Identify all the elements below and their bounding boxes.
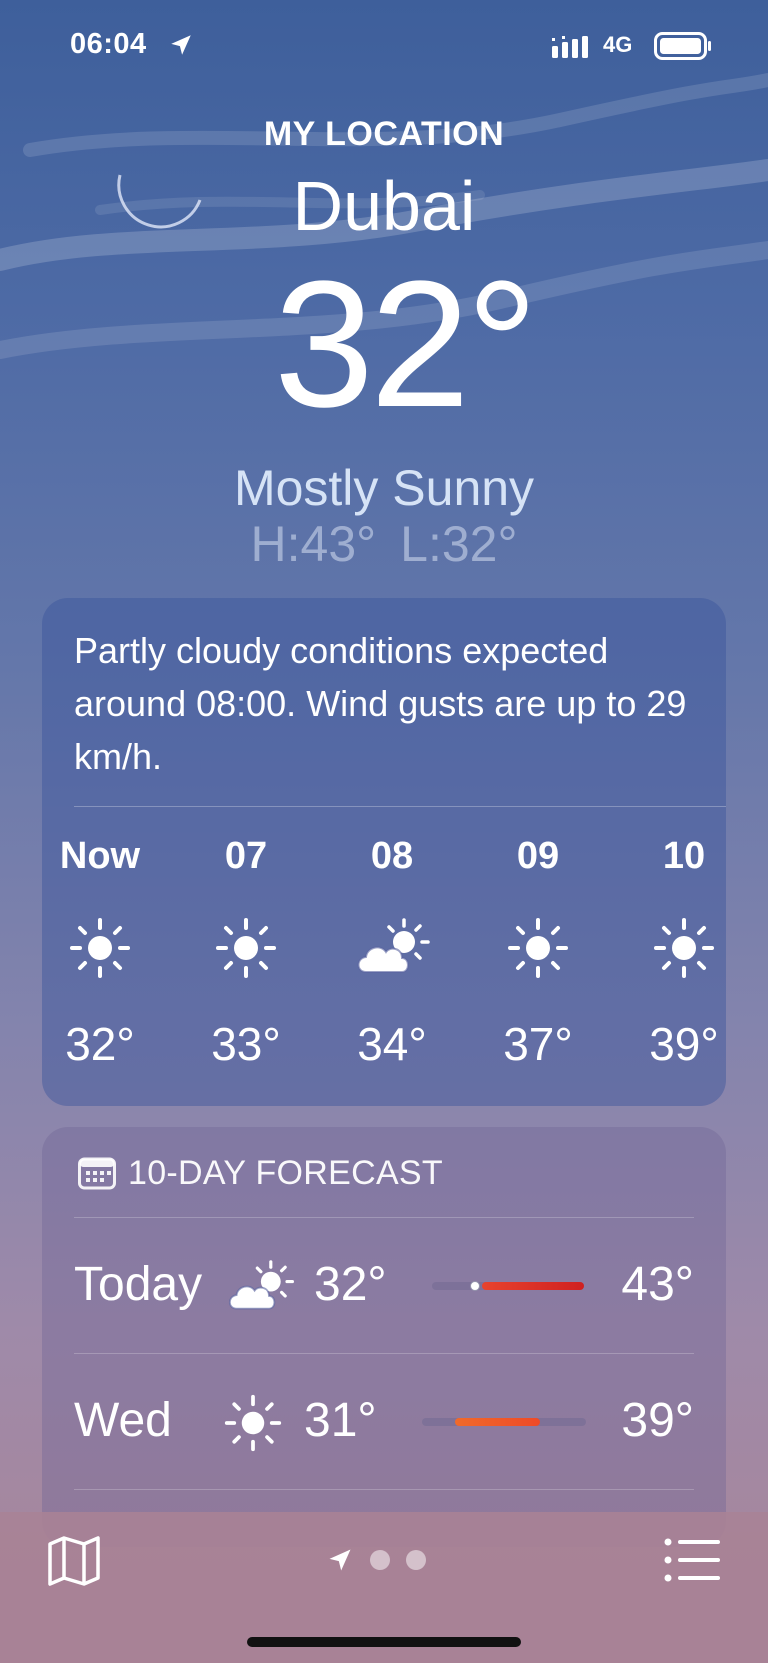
location-arrow-icon[interactable]	[326, 1546, 354, 1574]
temperature-range-fill	[482, 1282, 584, 1290]
forecast-high: 43°	[621, 1258, 694, 1311]
temperature-range-bar	[422, 1418, 586, 1426]
bottom-toolbar	[0, 1512, 768, 1663]
current-temperature: 32°	[0, 250, 768, 440]
hourly-time: 09	[516, 835, 560, 877]
forecast-title: 10-DAY FORECAST	[128, 1153, 443, 1192]
current-condition: Mostly Sunny	[233, 460, 535, 516]
calendar-icon	[78, 1157, 116, 1190]
sun-icon	[216, 918, 276, 978]
hourly-forecast-card[interactable]: Partly cloudy conditions expected around…	[42, 598, 726, 1106]
forecast-header: 10-DAY FORECAST	[78, 1153, 443, 1193]
temperature-range-bar	[432, 1281, 584, 1291]
forecast-day: Today	[74, 1258, 203, 1311]
status-time: 06:04	[70, 28, 147, 60]
hourly-item[interactable]: 09 37°	[478, 832, 598, 1072]
sun-icon	[654, 918, 714, 978]
page-indicator[interactable]	[326, 1542, 426, 1578]
battery-icon	[654, 32, 711, 60]
current-temperature-dot	[469, 1281, 480, 1291]
partly-cloudy-icon	[228, 1260, 294, 1310]
page-dot[interactable]	[406, 1550, 426, 1570]
hourly-temp: 37°	[503, 1018, 573, 1070]
sun-icon	[224, 1394, 282, 1452]
divider	[74, 806, 726, 807]
temperature-range-fill	[454, 1418, 541, 1426]
weather-header: MY LOCATION Dubai	[0, 112, 768, 248]
hourly-temp: 33°	[211, 1018, 281, 1070]
location-label: MY LOCATION	[263, 115, 505, 153]
ten-day-forecast-card[interactable]: 10-DAY FORECAST Today 32° 43° Wed 31° 39…	[42, 1127, 726, 1547]
hourly-item[interactable]: 08 34°	[332, 832, 452, 1072]
forecast-row-wed[interactable]: Wed 31° 39°	[74, 1381, 694, 1461]
divider	[74, 1353, 694, 1354]
map-icon[interactable]	[46, 1532, 102, 1588]
signal-icon	[552, 36, 588, 58]
low-temperature: L:32°	[400, 516, 518, 572]
hourly-time: 10	[662, 835, 706, 877]
hourly-item[interactable]: Now 32°	[42, 832, 160, 1072]
high-low: H:43° L:32°	[0, 514, 768, 574]
hourly-time: 07	[224, 835, 268, 877]
network-type: 4G	[603, 32, 633, 57]
divider	[74, 1217, 694, 1218]
hourly-item[interactable]: 10 39°	[624, 832, 726, 1072]
sun-icon	[70, 918, 130, 978]
forecast-low: 32°	[314, 1258, 387, 1311]
forecast-low: 31°	[304, 1394, 377, 1447]
hourly-temp: 34°	[357, 1018, 427, 1070]
hourly-time: Now	[59, 835, 141, 877]
current-temperature-value: 32°	[273, 244, 538, 445]
partly-cloudy-icon	[357, 918, 430, 973]
forecast-day: Wed	[74, 1394, 172, 1447]
page-dot[interactable]	[370, 1550, 390, 1570]
sun-icon	[508, 918, 568, 978]
hourly-time: 08	[370, 835, 414, 877]
forecast-high: 39°	[621, 1394, 694, 1447]
hourly-temp: 39°	[649, 1018, 719, 1070]
hourly-summary: Partly cloudy conditions expected around…	[74, 630, 687, 777]
forecast-row-today[interactable]: Today 32° 43°	[74, 1245, 694, 1325]
hourly-temp: 32°	[65, 1018, 135, 1070]
divider	[74, 1489, 694, 1490]
high-temperature: H:43°	[250, 516, 377, 572]
list-icon[interactable]	[664, 1536, 720, 1584]
location-arrow-icon	[171, 35, 191, 55]
home-indicator[interactable]	[247, 1637, 521, 1647]
hourly-item[interactable]: 07 33°	[186, 832, 306, 1072]
status-bar: 06:04 4G	[0, 28, 768, 68]
city-name: Dubai	[292, 167, 476, 245]
